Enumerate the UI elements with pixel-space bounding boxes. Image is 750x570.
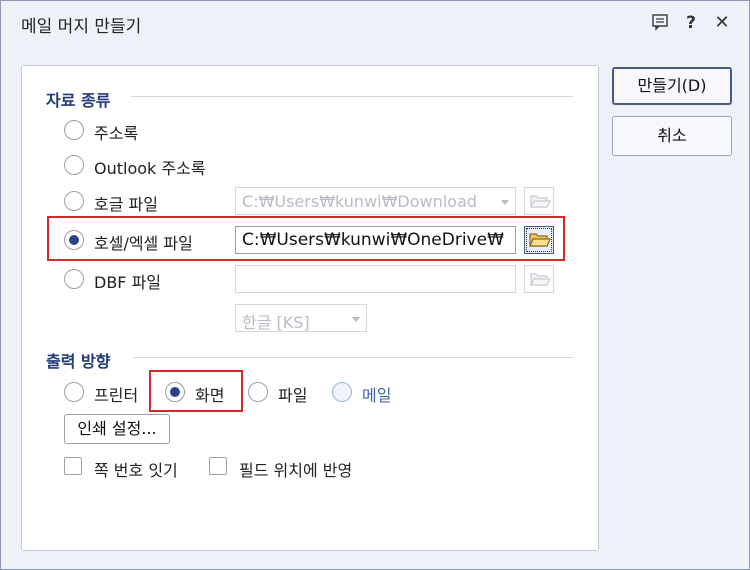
radio-label: 호셀/엑셀 파일	[94, 234, 193, 253]
folder-icon[interactable]	[524, 226, 554, 254]
radio-label: 프린터	[94, 386, 139, 405]
radio-label: Outlook 주소록	[94, 159, 206, 178]
encoding-dropdown[interactable]: 한글 [KS]	[235, 304, 367, 332]
title-bar: 메일 머지 만들기 ? ✕	[1, 1, 749, 45]
excel-file-path-field[interactable]: C:₩Users₩kunwi₩OneDrive₩	[235, 226, 516, 254]
radio-label: 메일	[362, 386, 392, 405]
checkbox-label: 쪽 번호 잇기	[94, 461, 178, 480]
cancel-button[interactable]: 취소	[612, 116, 732, 156]
checkbox-reflect-field-position[interactable]	[209, 457, 227, 475]
encoding-value: 한글 [KS]	[242, 313, 310, 332]
dialog-title: 메일 머지 만들기	[21, 17, 142, 37]
radio-label: 호글 파일	[94, 195, 158, 214]
radio-outlook[interactable]	[64, 155, 84, 175]
radio-hcell-excel[interactable]	[64, 230, 84, 250]
help-icon[interactable]: ?	[681, 13, 701, 33]
comment-icon[interactable]	[650, 13, 670, 33]
radio-printer[interactable]	[64, 382, 84, 402]
section-divider	[131, 96, 573, 97]
source-type-title: 자료 종류	[46, 91, 111, 110]
section-divider	[133, 357, 573, 358]
dbf-file-path-field[interactable]	[235, 265, 516, 293]
path-text: C:₩Users₩kunwi₩Download	[242, 192, 477, 211]
create-button[interactable]: 만들기(D)	[612, 67, 732, 105]
radio-file[interactable]	[248, 382, 268, 402]
hwp-file-path-dropdown[interactable]: C:₩Users₩kunwi₩Download	[235, 187, 516, 215]
radio-label: 화면	[195, 386, 225, 405]
folder-icon[interactable]	[524, 265, 554, 293]
print-settings-button[interactable]: 인쇄 설정...	[64, 414, 170, 444]
radio-label: 파일	[278, 386, 308, 405]
dropdown-arrow-icon	[501, 200, 509, 205]
radio-label: DBF 파일	[94, 273, 162, 292]
output-direction-title: 출력 방향	[46, 352, 111, 371]
radio-label: 주소록	[94, 124, 139, 143]
checkbox-label: 필드 위치에 반영	[239, 461, 353, 480]
radio-address-book[interactable]	[64, 120, 84, 140]
mail-merge-dialog: 메일 머지 만들기 ? ✕ 자료 종류 주소록 Outlook 주소록 호글 파…	[0, 0, 750, 570]
checkbox-continue-page-numbers[interactable]	[64, 457, 82, 475]
radio-dbf-file[interactable]	[64, 269, 84, 289]
radio-mail[interactable]	[332, 382, 352, 402]
folder-icon[interactable]	[524, 187, 554, 215]
radio-screen[interactable]	[165, 382, 185, 402]
close-icon[interactable]: ✕	[712, 13, 732, 33]
dropdown-arrow-icon	[352, 317, 360, 322]
radio-hwp-file[interactable]	[64, 191, 84, 211]
